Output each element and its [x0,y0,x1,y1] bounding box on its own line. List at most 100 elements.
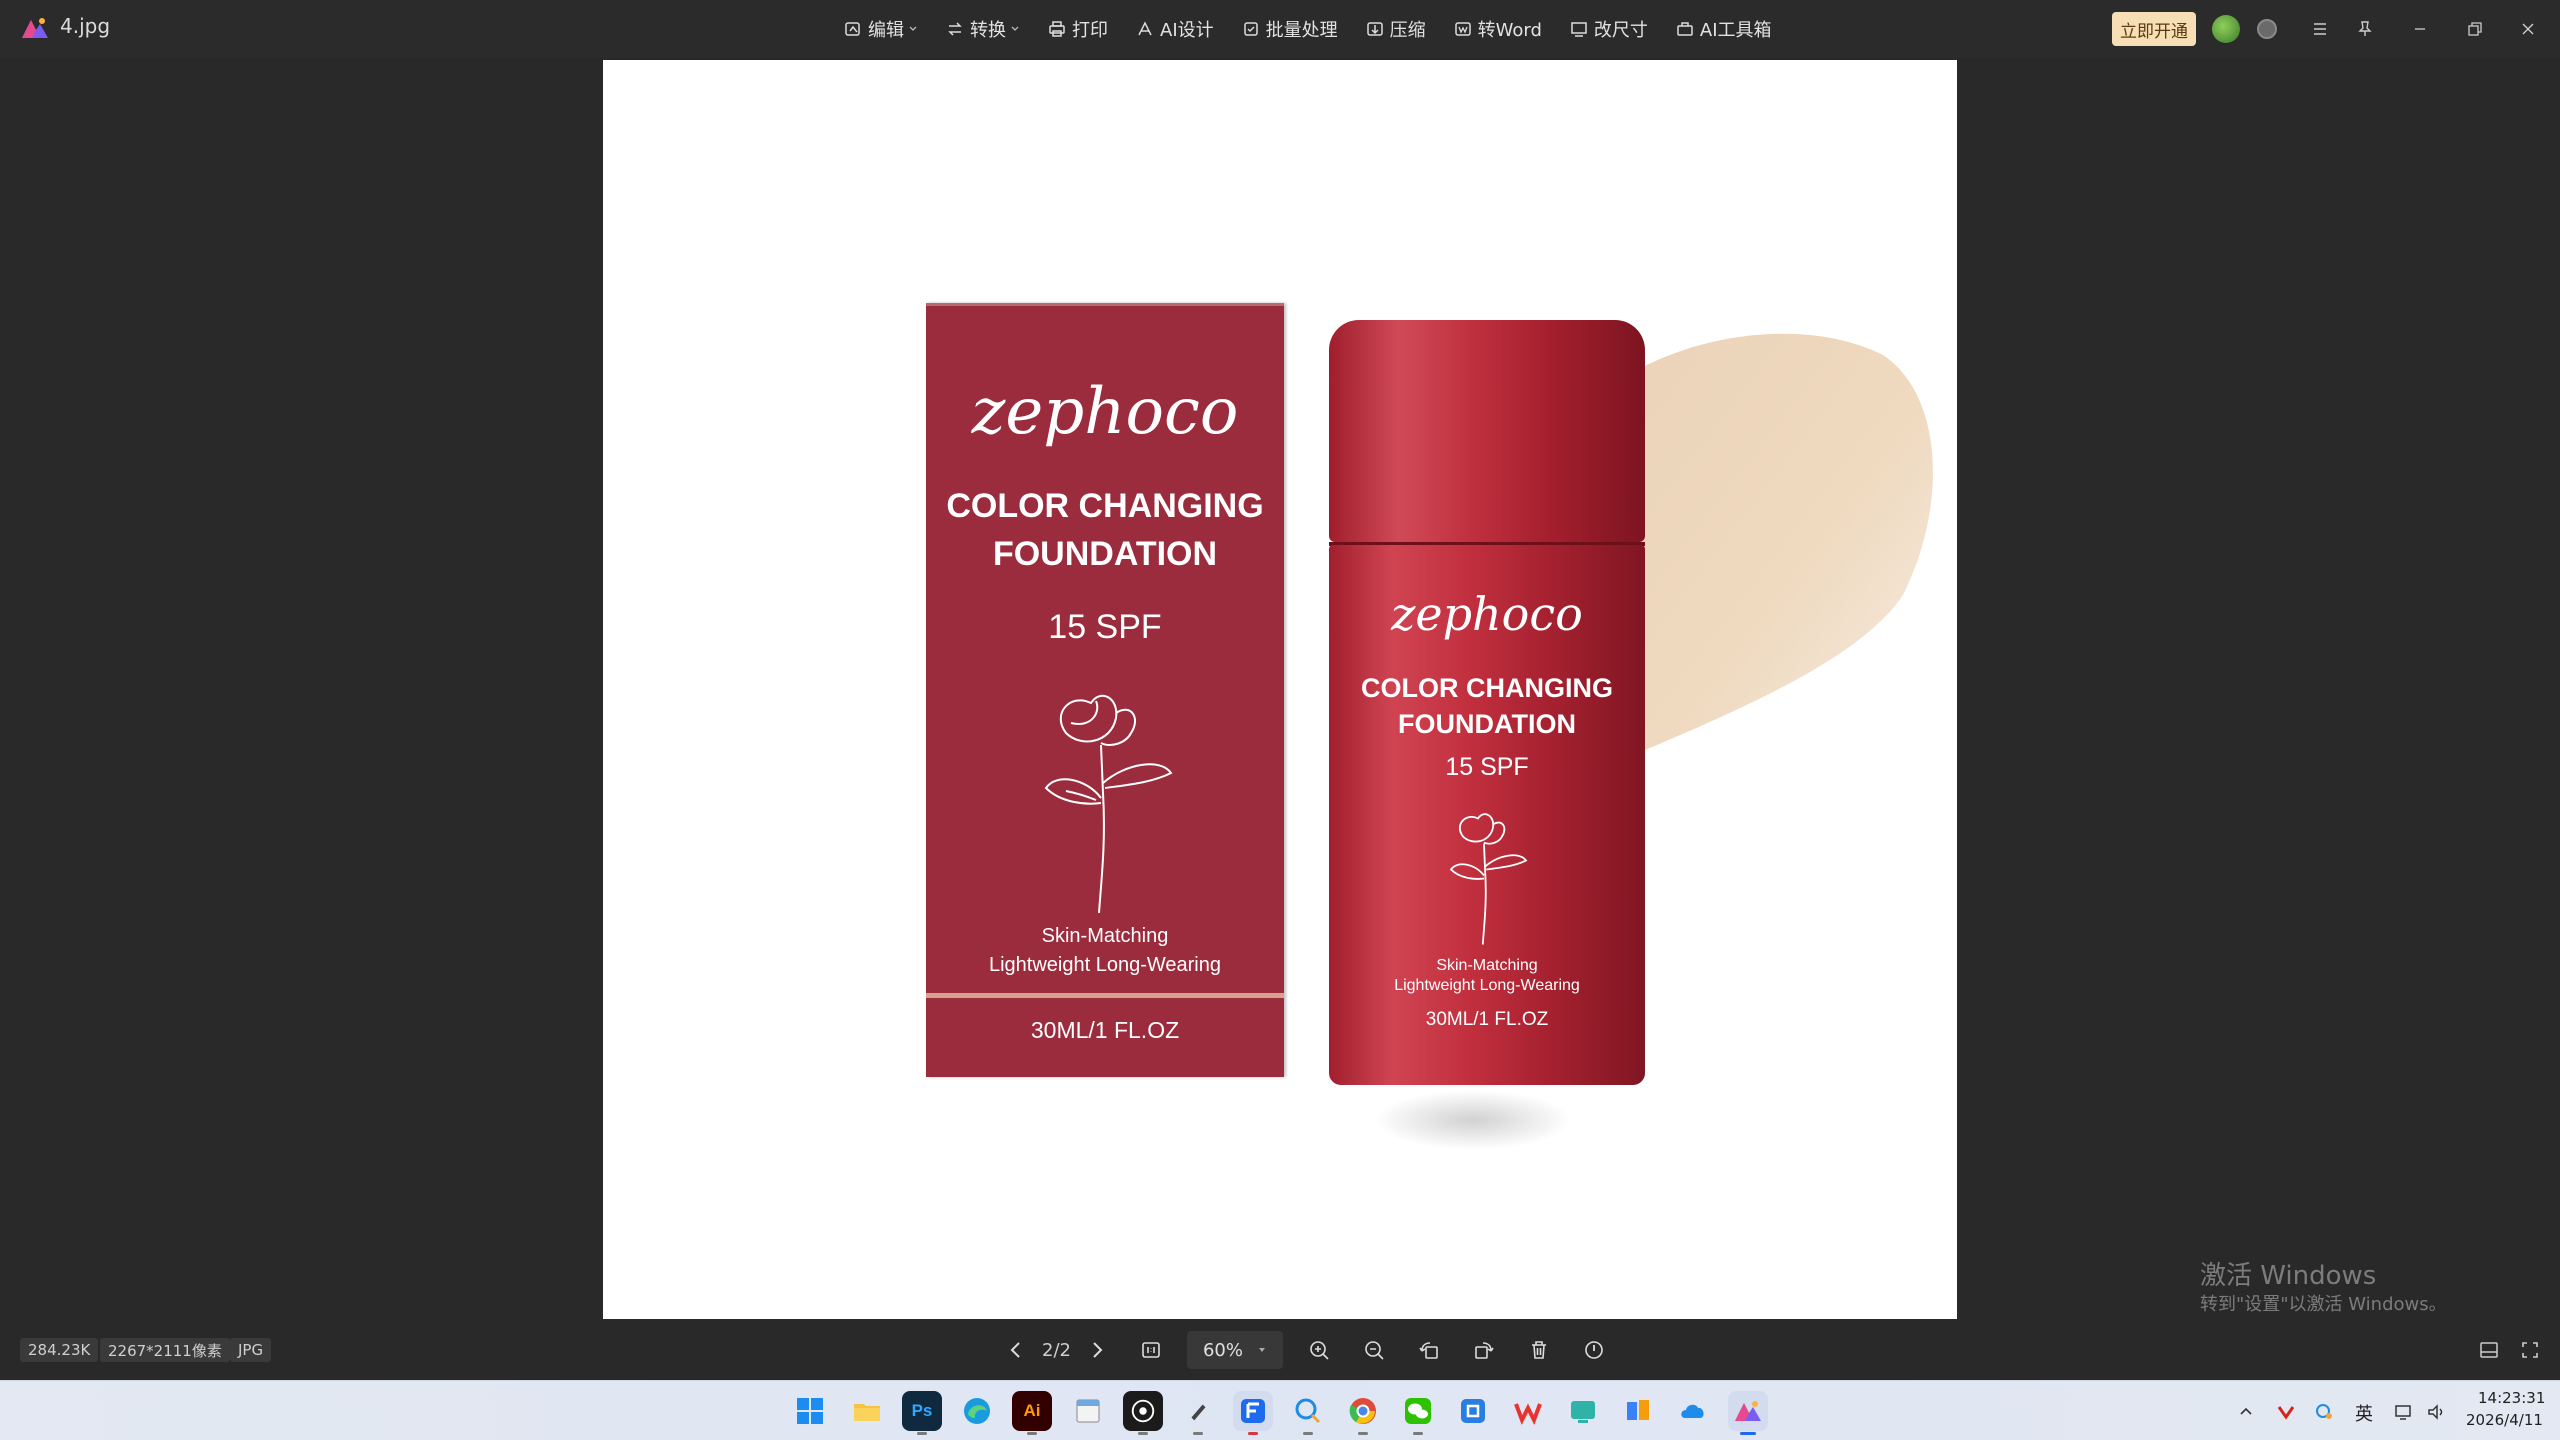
taskbar-photoshop[interactable]: Ps [902,1391,942,1431]
taskbar-meeting[interactable] [1563,1391,1603,1431]
ai-design-label: AI设计 [1160,20,1214,41]
to-word-button[interactable]: 转Word [1440,9,1556,49]
taskbar-file-manager[interactable] [1618,1391,1658,1431]
print-button[interactable]: 打印 [1034,9,1122,49]
taskbar-chrome[interactable] [1343,1391,1383,1431]
photoshop-icon: Ps [911,1401,933,1420]
running-indicator [1413,1432,1423,1435]
tray-overflow-button[interactable] [2235,1401,2257,1423]
thumbnail-toggle-button[interactable] [2475,1336,2503,1364]
clock-time[interactable]: 14:23:31 [2478,1389,2545,1407]
dimensions-badge: 2267*2111像素 [100,1338,230,1362]
pin-icon [2358,21,2372,36]
notepad-icon [1076,1399,1100,1423]
rose-illustration-icon [1044,694,1173,913]
image-viewer-app-icon [1735,1401,1761,1421]
taskbar-wps[interactable] [1508,1391,1548,1431]
zoom-value: 60% [1202,1339,1243,1361]
cloud-sync-icon [2316,1404,2332,1419]
cloud-icon [1681,1404,1704,1418]
info-icon [1585,1341,1603,1359]
next-image-button[interactable] [1077,1330,1117,1370]
ai-toolbox-button[interactable]: AI工具箱 [1662,9,1786,49]
zoom-out-button[interactable] [1354,1330,1394,1370]
taskbar-illustrator[interactable]: Ai [1012,1391,1052,1431]
wechat-icon [1405,1398,1431,1424]
resize-icon [1571,22,1587,37]
tray-network[interactable] [2393,1401,2415,1423]
rotate-right-icon [1475,1342,1494,1359]
bottle-title-line1: COLOR CHANGING [1361,673,1613,703]
box-tagline1: Skin-Matching [1041,925,1169,947]
actual-size-button[interactable] [1131,1330,1171,1370]
prev-image-button[interactable] [996,1330,1036,1370]
fullscreen-button[interactable] [2516,1336,2544,1364]
page-indicator: 2/2 [1042,1339,1071,1361]
box-top-edge [926,303,1284,306]
taskbar-file-explorer[interactable] [847,1391,887,1431]
taskbar-obs[interactable] [1123,1391,1163,1431]
menu-button[interactable] [2305,14,2335,44]
status-badge-icon[interactable] [2257,19,2277,39]
restore-button[interactable] [2460,14,2490,44]
taskbar-onedrive[interactable] [1673,1391,1713,1431]
taskbar-pen-tool[interactable] [1178,1391,1218,1431]
taskbar-notepad[interactable] [1068,1391,1108,1431]
zoom-in-button[interactable] [1299,1330,1339,1370]
ai-design-button[interactable]: AI设计 [1122,9,1228,49]
taskbar-edge[interactable] [957,1391,997,1431]
rotate-left-button[interactable] [1409,1330,1449,1370]
clock-date[interactable]: 2026/4/11 [2466,1411,2543,1429]
edit-button[interactable]: 编辑 [830,9,932,49]
running-indicator [1740,1432,1756,1435]
format-badge: JPG [230,1338,272,1362]
chrome-icon [1349,1398,1376,1424]
taskbar-feishu[interactable] [1233,1391,1273,1431]
minimize-button[interactable] [2405,14,2435,44]
info-button[interactable] [1574,1330,1614,1370]
product-bottle: zephoco COLOR CHANGING FOUNDATION 15 SPF… [1329,320,1645,1085]
ai-toolbox-label: AI工具箱 [1699,20,1772,41]
vip-activate-button[interactable]: 立即开通 [2112,12,2196,46]
ai-design-icon [1138,21,1152,36]
image-canvas[interactable]: zephoco COLOR CHANGING FOUNDATION 15 SPF… [603,60,1957,1319]
batch-button[interactable]: 批量处理 [1228,9,1352,49]
edit-icon [845,22,860,36]
delete-button[interactable] [1519,1330,1559,1370]
user-avatar[interactable] [2212,15,2240,43]
taskbar-search-app[interactable] [1288,1391,1328,1431]
trash-icon [1531,1341,1546,1359]
word-icon [1454,22,1471,36]
tray-antivirus[interactable] [2275,1401,2297,1423]
chevron-down-icon [1011,26,1019,31]
tray-volume[interactable] [2425,1401,2447,1423]
convert-button[interactable]: 转换 [932,9,1034,49]
restore-icon [2468,22,2482,36]
app-logo-icon [22,18,48,38]
taskbar-wechat[interactable] [1398,1391,1438,1431]
edit-label: 编辑 [868,20,904,41]
start-button[interactable] [790,1391,830,1431]
taskbar-app-store[interactable] [1453,1391,1493,1431]
input-method-indicator[interactable]: 英 [2355,1400,2373,1426]
box-spf: 15 SPF [1048,608,1162,646]
bottle-volume: 30ML/1 FL.OZ [1425,1009,1549,1030]
box-brand: zephoco [971,375,1239,449]
close-icon [2522,23,2534,35]
print-label: 打印 [1072,20,1108,41]
edge-browser-icon [964,1398,990,1424]
convert-icon [948,22,962,36]
rotate-right-button[interactable] [1464,1330,1504,1370]
zoom-select[interactable]: 60% [1186,1331,1283,1369]
pin-button[interactable] [2350,14,2380,44]
close-button[interactable] [2513,14,2543,44]
tray-network-app[interactable] [2313,1401,2335,1423]
resize-button[interactable]: 改尺寸 [1556,9,1662,49]
minimize-icon [2415,28,2425,30]
compress-button[interactable]: 压缩 [1352,9,1440,49]
foundation-swatch [1603,333,1933,773]
compress-icon [1366,22,1383,36]
taskbar-image-viewer[interactable] [1728,1391,1768,1431]
zoom-in-icon [1310,1341,1329,1360]
rose-illustration-icon [1449,813,1528,945]
